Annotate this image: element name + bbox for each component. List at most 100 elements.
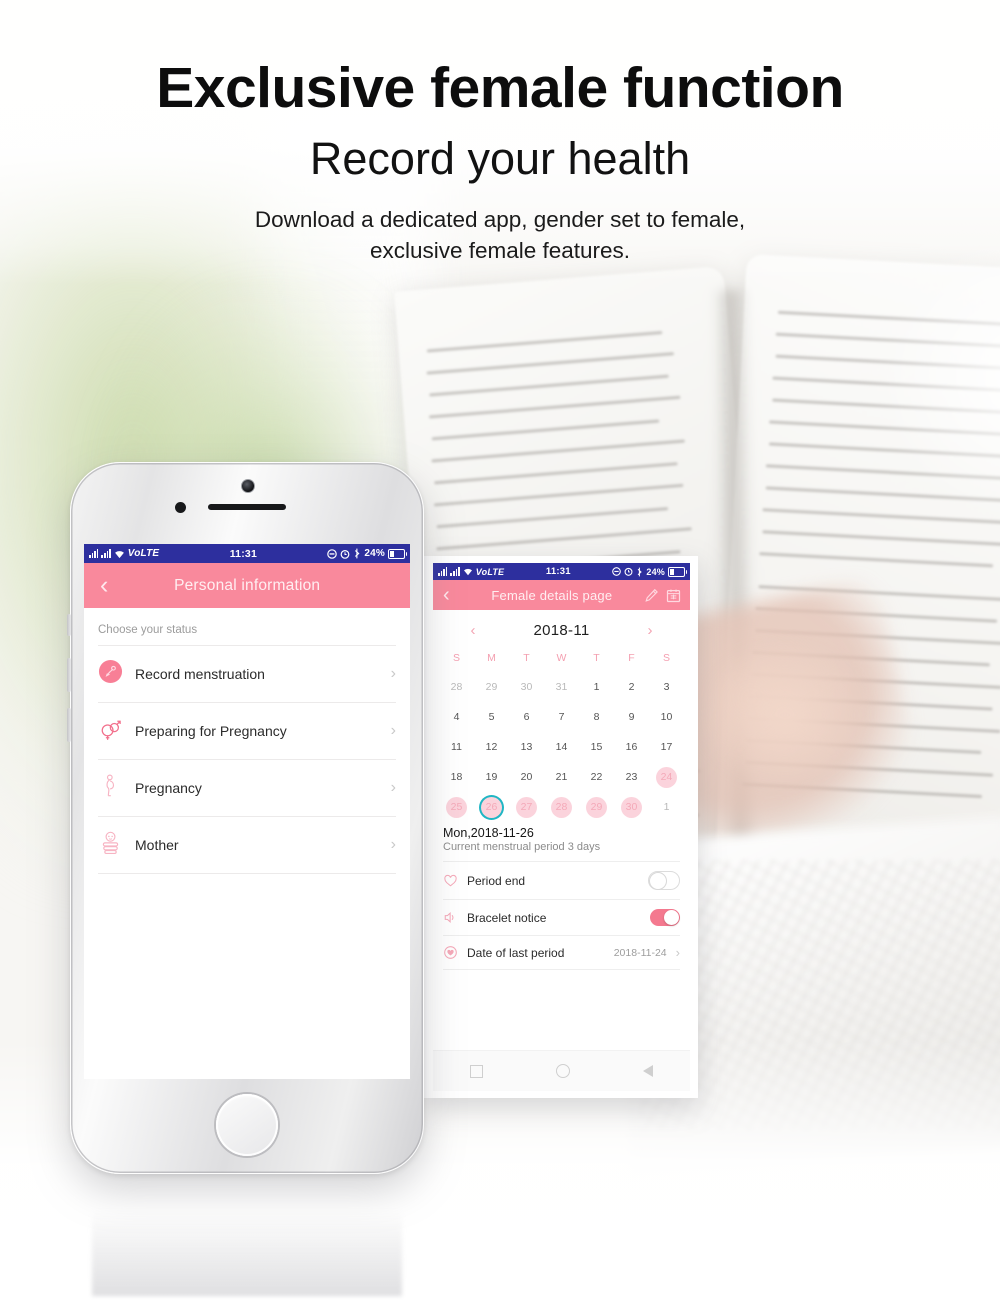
calendar-day-cell[interactable]: 2 (614, 672, 649, 702)
calendar-day-cell[interactable]: 17 (649, 732, 684, 762)
chevron-right-icon[interactable]: › (391, 836, 396, 854)
last-period-value: 2018-11-24 (613, 946, 667, 959)
selected-date-label: Mon,2018-11-26 (443, 826, 534, 840)
period-end-toggle[interactable] (648, 871, 680, 890)
row-last-period[interactable]: Date of last period 2018-11-24 › (443, 935, 680, 969)
chevron-right-icon[interactable]: › (676, 945, 680, 960)
chevron-right-icon[interactable]: › (391, 779, 396, 797)
calendar-day-cell[interactable]: 1 (579, 672, 614, 702)
status-item-mother[interactable]: Mother › (98, 816, 396, 873)
row-period-end[interactable]: Period end (443, 861, 680, 899)
phone-iphone-device: VoLTE 11:31 24% ‹ Personal information C… (67, 462, 424, 1174)
calendar-day-number: 1 (663, 801, 670, 813)
calendar-day-cell[interactable]: 24 (649, 762, 684, 792)
status-item-preparing-for-pregnancy[interactable]: Preparing for Pregnancy › (98, 702, 396, 759)
gender-symbols-icon (98, 716, 123, 746)
calendar-day-cell[interactable]: 13 (509, 732, 544, 762)
phone2-status-bar: VoLTE 11:31 24% (433, 563, 690, 580)
calendar-weekday-row: S M T W T F S (433, 647, 690, 672)
calendar-day-cell[interactable]: 12 (474, 732, 509, 762)
calendar-day-number: 29 (485, 681, 498, 693)
baby-icon (98, 830, 123, 860)
phone1-status-right: 24% (327, 548, 407, 559)
home-circle-icon[interactable] (555, 1064, 570, 1078)
calendar-day-number: 1 (593, 681, 600, 693)
calendar-day-cell[interactable]: 23 (614, 762, 649, 792)
calendar-day-cell[interactable]: 15 (579, 732, 614, 762)
phone2-navbar: ‹ Female details page (433, 580, 690, 610)
calendar-day-cell[interactable]: 5 (474, 702, 509, 732)
calendar-day-cell[interactable]: 10 (649, 702, 684, 732)
recents-square-icon[interactable] (469, 1064, 483, 1078)
calendar-prev-month-button[interactable]: ‹ (470, 622, 475, 639)
calendar-day-cell[interactable]: 30 (614, 792, 649, 822)
status-item-pregnancy[interactable]: Pregnancy › (98, 759, 396, 816)
chevron-right-icon[interactable]: › (391, 665, 396, 683)
calendar-day-cell[interactable]: 18 (439, 762, 474, 792)
signal-bars-icon (89, 549, 99, 558)
calendar-day-cell[interactable]: 27 (509, 792, 544, 822)
proximity-sensor-icon (175, 502, 186, 513)
calendar-day-cell[interactable]: 11 (439, 732, 474, 762)
phone2-screen: VoLTE 11:31 24% ‹ Female details page ‹ … (433, 563, 690, 1091)
home-button[interactable] (216, 1094, 278, 1156)
calendar-day-cell[interactable]: 3 (649, 672, 684, 702)
calendar-day-cell[interactable]: 28 (544, 792, 579, 822)
mute-switch[interactable] (67, 614, 71, 636)
phone2-calendar: ‹ 2018-11 › S M T W T F S 28 29 30 31 1 2 3 4 5 6… (433, 610, 690, 822)
last-period-label: Date of last period (467, 945, 565, 960)
phone1-status-bar: VoLTE 11:31 24% (84, 544, 410, 563)
calendar-day-cell[interactable]: 14 (544, 732, 579, 762)
weekday-label: W (556, 652, 567, 664)
calendar-day-cell[interactable]: 25 (439, 792, 474, 822)
volume-up-button[interactable] (67, 658, 71, 692)
calendar-day-cell[interactable]: 21 (544, 762, 579, 792)
speaker-icon (444, 912, 454, 923)
phone2-clock: 11:31 (545, 566, 571, 577)
pregnant-woman-icon (98, 773, 123, 803)
phone2-carrier-label: VoLTE (475, 566, 505, 577)
chevron-right-icon[interactable]: › (391, 722, 396, 740)
calendar-day-number: 28 (551, 796, 572, 818)
phone2-back-button[interactable]: ‹ (433, 585, 460, 605)
back-triangle-icon[interactable] (643, 1065, 654, 1077)
calendar-next-month-button[interactable]: › (648, 622, 653, 639)
row-bracelet-notice[interactable]: Bracelet notice (443, 899, 680, 935)
calendar-day-cell[interactable]: 20 (509, 762, 544, 792)
android-navigation-bar (433, 1050, 690, 1091)
calendar-day-number: 5 (488, 711, 495, 723)
calendar-icon[interactable] (666, 588, 681, 603)
calendar-day-cell[interactable]: 28 (439, 672, 474, 702)
calendar-day-cell[interactable]: 1 (649, 792, 684, 822)
calendar-day-cell[interactable]: 29 (474, 672, 509, 702)
calendar-day-cell[interactable]: 9 (614, 702, 649, 732)
calendar-day-cell[interactable]: 29 (579, 792, 614, 822)
calendar-day-number: 26 (481, 796, 502, 818)
calendar-day-cell[interactable]: 19 (474, 762, 509, 792)
calendar-day-cell[interactable]: 8 (579, 702, 614, 732)
calendar-day-cell[interactable]: 22 (579, 762, 614, 792)
earpiece-speaker (208, 504, 286, 510)
status-item-record-menstruation[interactable]: Record menstruation › (98, 645, 396, 702)
calendar-day-cell[interactable]: 6 (509, 702, 544, 732)
phone1-screen: VoLTE 11:31 24% ‹ Personal information C… (84, 544, 410, 1079)
phone1-title: Personal information (174, 576, 321, 594)
calendar-day-cell[interactable]: 26 (474, 792, 509, 822)
calendar-day-cell[interactable]: 30 (509, 672, 544, 702)
battery-icon (388, 548, 407, 559)
calendar-day-number: 31 (555, 681, 568, 693)
dnd-icon (327, 548, 338, 559)
pen-edit-icon[interactable] (644, 588, 659, 603)
battery-icon (668, 566, 687, 577)
headline-block: Exclusive female function Record your he… (0, 58, 1000, 266)
calendar-day-cell[interactable]: 4 (439, 702, 474, 732)
weekday-label: T (523, 652, 530, 664)
calendar-day-cell[interactable]: 7 (544, 702, 579, 732)
calendar-day-number: 17 (660, 741, 673, 753)
bracelet-notice-toggle[interactable] (650, 909, 680, 926)
calendar-day-cell[interactable]: 16 (614, 732, 649, 762)
page-title: Exclusive female function (156, 56, 844, 120)
description-line-2: exclusive female features. (369, 237, 631, 263)
calendar-day-cell[interactable]: 31 (544, 672, 579, 702)
volume-down-button[interactable] (67, 708, 71, 742)
